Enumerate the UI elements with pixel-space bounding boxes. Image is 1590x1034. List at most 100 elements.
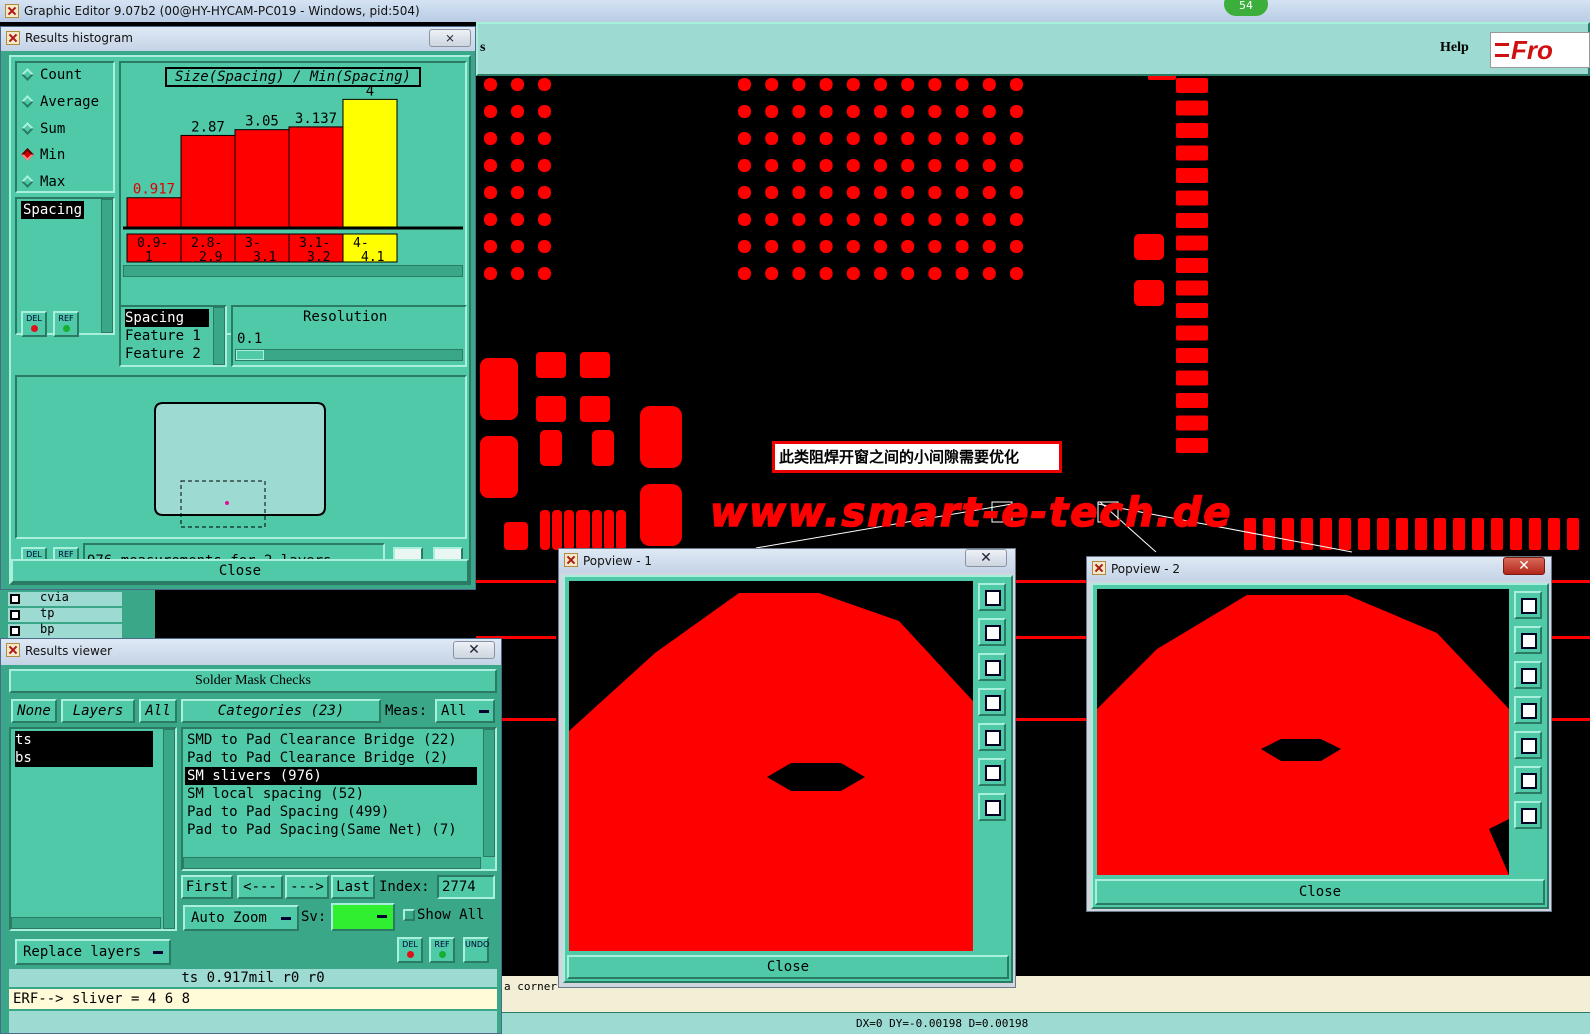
first-button[interactable]: First [181, 875, 233, 899]
attribute-scrollbar[interactable] [101, 199, 113, 333]
feature-item[interactable]: Feature 2 [125, 345, 201, 363]
feature-list[interactable]: Spacing Feature 1 Feature 2 [119, 305, 227, 367]
layer-item[interactable]: ts [15, 731, 153, 749]
smd-pad[interactable] [536, 352, 566, 378]
via-pad[interactable] [901, 132, 915, 145]
layer-row[interactable]: tp [8, 606, 122, 622]
via-pad[interactable] [819, 267, 833, 280]
smd-pad[interactable] [592, 510, 602, 550]
zoom-fit-icon[interactable] [1514, 766, 1542, 794]
via-pad[interactable] [901, 78, 915, 91]
sv-color-dropdown[interactable] [331, 903, 395, 931]
via-pad[interactable] [1010, 105, 1023, 118]
via-pad[interactable] [928, 186, 942, 199]
via-pad[interactable] [765, 78, 779, 91]
via-pad[interactable] [511, 132, 524, 145]
pan-down-icon[interactable] [978, 653, 1006, 681]
smd-pad[interactable] [1176, 145, 1208, 161]
via-pad[interactable] [1010, 213, 1023, 226]
smd-pad[interactable] [640, 484, 682, 546]
via-pad[interactable] [538, 213, 551, 226]
via-pad[interactable] [982, 267, 996, 280]
pan-down-icon[interactable] [1514, 661, 1542, 689]
via-pad[interactable] [955, 213, 969, 226]
via-pad[interactable] [846, 240, 860, 253]
zoom-home-icon[interactable] [1514, 801, 1542, 829]
via-pad[interactable] [874, 240, 887, 253]
via-pad[interactable] [792, 159, 806, 172]
zoom-fit-icon[interactable] [978, 758, 1006, 786]
del-button[interactable]: DEL [21, 311, 47, 337]
via-pad[interactable] [819, 213, 833, 226]
smd-pad[interactable] [504, 522, 528, 550]
smd-pad[interactable] [1339, 518, 1351, 550]
categories-tab[interactable]: Categories (23) [181, 699, 381, 723]
via-pad[interactable] [846, 78, 860, 91]
via-pad[interactable] [846, 186, 860, 199]
board-preview[interactable] [15, 375, 467, 539]
smd-pad[interactable] [1176, 438, 1208, 453]
via-pad[interactable] [819, 132, 833, 145]
via-pad[interactable] [538, 105, 551, 118]
via-pad[interactable] [484, 267, 497, 280]
via-pad[interactable] [819, 240, 833, 253]
zoom-window-icon[interactable] [1514, 591, 1542, 619]
via-pad[interactable] [1010, 78, 1023, 91]
smd-pad[interactable] [592, 430, 614, 466]
via-pad[interactable] [738, 213, 751, 226]
smd-pad[interactable] [1176, 303, 1208, 318]
smd-pad[interactable] [1176, 168, 1208, 183]
layer-item[interactable]: bs [15, 749, 153, 767]
pan-right-icon[interactable] [1514, 731, 1542, 759]
via-pad[interactable] [928, 267, 942, 280]
via-pad[interactable] [765, 267, 779, 280]
via-pad[interactable] [901, 159, 915, 172]
smd-pad[interactable] [1529, 518, 1541, 550]
via-pad[interactable] [874, 159, 887, 172]
layer-list[interactable]: ts bs [9, 727, 177, 931]
category-item[interactable]: SMD to Pad Clearance Bridge (22) [185, 731, 477, 749]
via-pad[interactable] [511, 186, 524, 199]
pan-left-icon[interactable] [978, 688, 1006, 716]
smd-pad[interactable] [1510, 518, 1522, 550]
via-pad[interactable] [538, 240, 551, 253]
smd-pad[interactable] [640, 406, 682, 468]
via-pad[interactable] [901, 105, 915, 118]
via-pad[interactable] [982, 78, 996, 91]
via-pad[interactable] [955, 159, 969, 172]
via-pad[interactable] [738, 132, 751, 145]
close-icon[interactable]: ✕ [965, 549, 1007, 567]
layer-row[interactable]: bp [8, 622, 122, 638]
via-pad[interactable] [874, 186, 887, 199]
via-pad[interactable] [955, 78, 969, 91]
via-pad[interactable] [819, 159, 833, 172]
via-pad[interactable] [538, 267, 551, 280]
via-pad[interactable] [765, 240, 779, 253]
smd-pad[interactable] [1377, 518, 1389, 550]
pad[interactable] [1148, 76, 1176, 80]
via-pad[interactable] [765, 105, 779, 118]
smd-pad[interactable] [580, 352, 610, 378]
histogram-close-button[interactable]: Close [11, 559, 469, 583]
via-pad[interactable] [955, 240, 969, 253]
via-pad[interactable] [792, 213, 806, 226]
via-pad[interactable] [738, 159, 751, 172]
via-pad[interactable] [484, 159, 497, 172]
ref-button[interactable]: REF [53, 311, 79, 337]
via-pad[interactable] [982, 240, 996, 253]
category-item[interactable]: Pad to Pad Clearance Bridge (2) [185, 749, 477, 767]
via-pad[interactable] [484, 186, 497, 199]
all-button[interactable]: All [139, 699, 177, 723]
smd-pad[interactable] [1176, 123, 1208, 138]
via-pad[interactable] [928, 159, 942, 172]
via-pad[interactable] [819, 186, 833, 199]
smd-pad[interactable] [480, 436, 518, 498]
via-pad[interactable] [1010, 240, 1023, 253]
close-icon[interactable]: ✕ [453, 641, 495, 659]
via-pad[interactable] [1010, 132, 1023, 145]
prev-button[interactable]: <--- [237, 875, 283, 899]
histogram-bar[interactable] [180, 134, 236, 228]
popview-1-canvas[interactable] [569, 581, 973, 951]
show-all-checkbox[interactable] [403, 909, 415, 921]
layer-scrollbar[interactable] [163, 729, 175, 929]
